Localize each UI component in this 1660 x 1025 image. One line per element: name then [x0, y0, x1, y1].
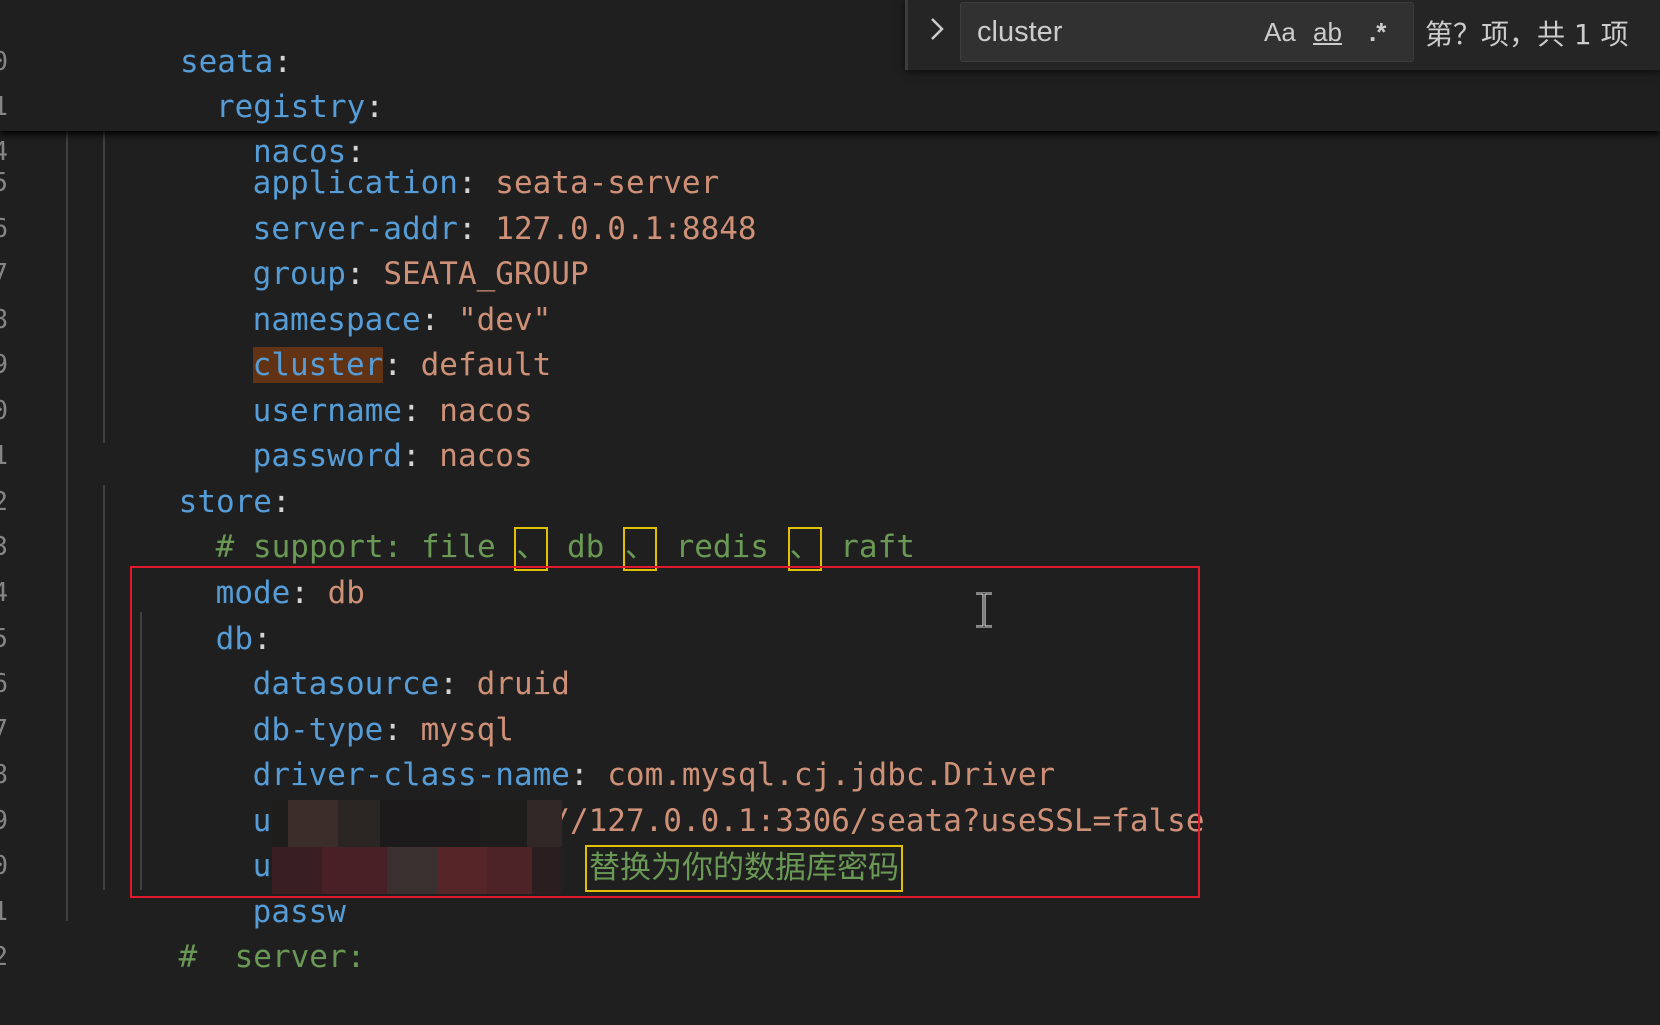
yaml-comment: raft — [821, 529, 915, 565]
code-line[interactable]: 8 driver-class-name: com.mysql.cj.jdbc.Dr… — [0, 708, 1055, 793]
colon: : — [290, 575, 328, 611]
find-input-value: cluster — [977, 16, 1063, 48]
code-line[interactable]: 7 db-type: mysql — [0, 663, 514, 748]
yaml-value: nacos — [439, 438, 533, 474]
code-line[interactable]: 5 db: — [0, 572, 272, 657]
find-widget[interactable]: cluster Aa ab .* 第？项，共 1 项 — [905, 0, 1660, 70]
find-input[interactable]: cluster Aa ab .* — [960, 2, 1414, 62]
redaction-mosaic — [272, 800, 562, 894]
regex-toggle[interactable]: .* — [1369, 13, 1386, 51]
yaml-comment: redis — [656, 529, 788, 565]
code-line[interactable]: 4 mode: db — [0, 526, 365, 611]
yaml-value: db — [327, 575, 365, 611]
annotated-separator: 、 — [787, 526, 822, 571]
match-case-toggle[interactable]: Aa — [1264, 13, 1296, 51]
redacted-credentials — [272, 800, 562, 894]
code-line[interactable]: 9 cluster: default — [0, 298, 551, 383]
yaml-comment: # server: — [178, 939, 366, 975]
colon: : — [401, 438, 440, 474]
code-line[interactable]: 0 username: nacos — [0, 344, 533, 429]
code-line[interactable]: 3 # support: file 、 db 、 redis 、 raft — [0, 480, 915, 571]
code-editor[interactable]: 0 seata: 1 registry: 4 nacos: 5 application:… — [0, 0, 1660, 975]
chevron-right-icon — [931, 18, 944, 40]
code-line[interactable]: 9url: jdbc:mysql://127.0.0.1:3306/seata?… — [0, 754, 1205, 839]
code-line[interactable]: 1 password: nacos — [0, 389, 533, 474]
code-line[interactable]: 8 namespace: "dev" — [0, 253, 551, 338]
password-comment: 替换为你的数据库密码 — [585, 845, 903, 892]
toggle-replace-chevron-icon[interactable] — [922, 14, 952, 54]
find-result-count: 第？项，共 1 项 — [1425, 18, 1629, 51]
code-line[interactable]: 0 seata: — [0, 0, 292, 80]
whole-word-toggle[interactable]: ab — [1313, 13, 1342, 51]
line-number: 4 — [0, 137, 8, 167]
code-line[interactable]: 7 group: SEATA_GROUP — [0, 207, 589, 292]
colon: : — [365, 89, 384, 125]
code-line[interactable]: 1 registry: — [0, 40, 384, 125]
code-line[interactable]: 4 nacos: — [0, 85, 365, 170]
colon: : — [346, 134, 365, 170]
yaml-comment: db — [548, 529, 623, 565]
line-number: 2 — [0, 942, 8, 972]
yaml-key: nacos — [252, 134, 347, 170]
annotated-separator: 、 — [622, 526, 657, 571]
code-line[interactable]: 2 # server: — [0, 890, 365, 975]
code-line[interactable]: 2 store: — [0, 435, 291, 520]
code-line[interactable]: 6 datasource: druid — [0, 617, 570, 702]
text-cursor-icon — [976, 592, 992, 628]
annotated-separator: 、 — [514, 526, 549, 571]
